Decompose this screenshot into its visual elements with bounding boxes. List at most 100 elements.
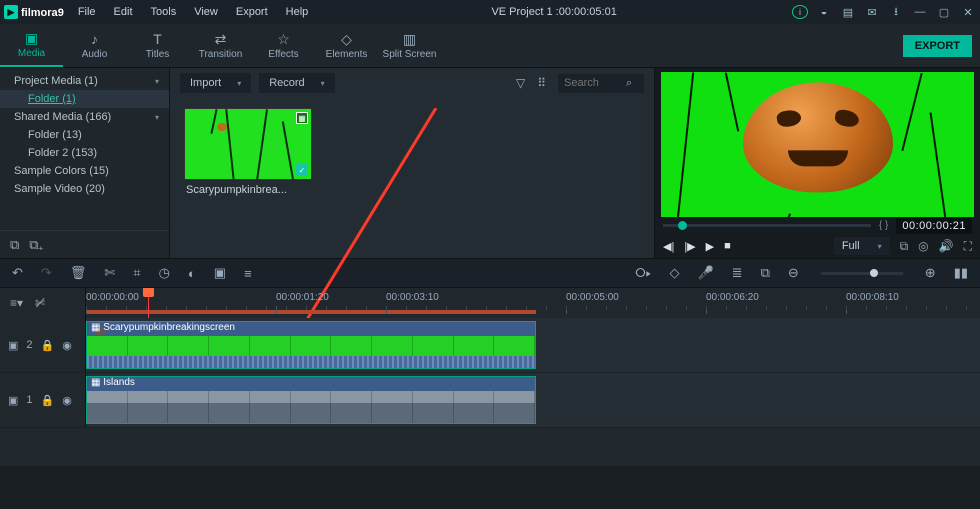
track-number: 2 [26, 339, 32, 351]
speed-icon[interactable]: ◷ [159, 265, 170, 281]
menu-file[interactable]: File [70, 3, 104, 21]
tree-item[interactable]: Sample Colors (15) [0, 162, 169, 180]
ruler-tick: 00:00:03:10 [386, 292, 439, 303]
zoom-in-icon[interactable]: ⊕ [925, 265, 936, 281]
tab-media[interactable]: ▣Media [0, 24, 63, 67]
search-field[interactable] [564, 77, 620, 89]
menu-view[interactable]: View [186, 3, 226, 21]
time-ruler[interactable]: ✄ 00:00:00:0000:00:01:2000:00:03:1000:00… [86, 288, 980, 318]
track-type-icon: ▣ [8, 339, 18, 352]
track-type-icon: ▣ [8, 394, 18, 407]
close-icon[interactable]: ✕ [960, 6, 976, 19]
media-tree: Project Media (1)▾Folder (1)Shared Media… [0, 68, 169, 230]
camera-icon[interactable]: ◎ [918, 239, 928, 253]
tab-audio[interactable]: ♪Audio [63, 24, 126, 67]
adjust-icon[interactable]: ≡ [244, 266, 252, 281]
menu-help[interactable]: Help [278, 3, 317, 21]
crop-icon[interactable]: ⌗ [133, 265, 140, 281]
cut-icon[interactable]: ✄ [104, 265, 115, 281]
folder-add-icon[interactable]: ⧉₊ [29, 237, 43, 253]
quality-select[interactable]: Full▾ [834, 237, 890, 255]
preview-scrub-row: { } 00:00:00:21 [655, 217, 980, 235]
in-out-braces[interactable]: { } [879, 220, 888, 231]
timeline-clip[interactable]: ▦ Islands [86, 376, 536, 424]
record-dropdown[interactable]: Record▾ [259, 73, 334, 93]
play-icon[interactable]: ▶ [706, 240, 714, 253]
render-icon[interactable]: ⭘▸ [635, 265, 651, 281]
tree-item[interactable]: Project Media (1)▾ [0, 72, 169, 90]
grid-view-icon[interactable]: ⠿ [537, 76, 546, 90]
selected-check-icon: ✓ [296, 164, 308, 176]
snapshot-monitor-icon[interactable]: ⧉ [900, 239, 909, 254]
tree-item[interactable]: Folder 2 (153) [0, 144, 169, 162]
download-icon[interactable]: ⭳ [888, 3, 904, 22]
track-body[interactable]: ▦ Scarypumpkinbreakingscreen [86, 318, 980, 372]
undo-icon[interactable]: ↶ [12, 265, 23, 281]
tab-transition[interactable]: ⇄Transition [189, 24, 252, 67]
playhead[interactable]: ✄ [148, 288, 149, 318]
menu-edit[interactable]: Edit [106, 3, 141, 21]
marker-icon[interactable]: ◇ [669, 265, 679, 281]
voiceover-icon[interactable]: 🎤 [697, 265, 713, 281]
user-icon[interactable]: ◒ [816, 6, 832, 18]
zoom-fit-icon[interactable]: ▮▮ [954, 265, 968, 281]
stop-icon[interactable]: ■ [724, 240, 731, 252]
preview-timecode: 00:00:00:21 [896, 218, 972, 234]
preview-controls: ◀| |▶ ▶ ■ Full▾ ⧉ ◎ 🔊 ⛶ [655, 235, 980, 258]
media-toolbar: Import▾ Record▾ ▽ ⠿ ⌕ [170, 68, 654, 98]
zoom-slider[interactable] [821, 272, 903, 275]
tab-titles[interactable]: TTitles [126, 24, 189, 67]
fullscreen-icon[interactable]: ⛶ [964, 239, 972, 254]
preview-viewport[interactable] [661, 72, 974, 217]
tracks: ▣ 2 🔒 ◉ ▦ Scarypumpkinbreakingscreen ▣ 1 🔒 ◉ ▦ Is… [0, 318, 980, 466]
pumpkin-graphic [743, 83, 893, 193]
tree-item[interactable]: Folder (1) [0, 90, 169, 108]
link-icon[interactable]: ⧉ [761, 265, 770, 281]
track-number: 1 [26, 394, 32, 406]
lock-icon[interactable]: 🔒 [41, 339, 55, 352]
tab-effects[interactable]: ☆Effects [252, 24, 315, 67]
visibility-icon[interactable]: ◉ [62, 394, 72, 407]
mixer-icon[interactable]: ≣ [732, 265, 743, 281]
timeline: ≡▾ ✄̸ ✄ 00:00:00:0000:00:01:2000:00:03:1… [0, 288, 980, 466]
tree-item[interactable]: Folder (13) [0, 126, 169, 144]
track-menu-icon[interactable]: ≡▾ [10, 296, 23, 310]
notes-icon[interactable]: ▤ [840, 6, 856, 19]
ruler-tick: 00:00:01:20 [276, 292, 329, 303]
search-input[interactable]: ⌕ [558, 74, 644, 93]
greenscreen-icon[interactable]: ▣ [214, 265, 226, 281]
import-dropdown[interactable]: Import▾ [180, 73, 251, 93]
track-body[interactable]: ▦ Islands [86, 373, 980, 427]
color-icon[interactable]: ◐ [188, 266, 196, 281]
menu-tools[interactable]: Tools [143, 3, 185, 21]
edit-toolbar: ↶ ↷ 🗑 ✄ ⌗ ◷ ◐ ▣ ≡ ⭘▸ ◇ 🎤 ≣ ⧉ ⊖ ⊕ ▮▮ [0, 258, 980, 288]
media-thumbnail[interactable]: ▦ ✓ Scarypumpkinbrea... [184, 108, 312, 200]
mail-icon[interactable]: ✉ [864, 6, 880, 19]
next-frame-icon[interactable]: |▶ [684, 240, 695, 253]
info-icon[interactable]: i [792, 5, 808, 19]
minimize-icon[interactable]: — [912, 6, 928, 18]
scrub-bar[interactable] [663, 224, 871, 227]
tree-item[interactable]: Sample Video (20) [0, 180, 169, 198]
search-icon[interactable]: ⌕ [626, 77, 632, 90]
prev-frame-icon[interactable]: ◀| [663, 240, 674, 253]
magnet-icon[interactable]: ✄̸ [35, 296, 45, 310]
timeline-clip[interactable]: ▦ Scarypumpkinbreakingscreen [86, 321, 536, 369]
tree-item[interactable]: Shared Media (166)▾ [0, 108, 169, 126]
delete-icon[interactable]: 🗑 [70, 265, 87, 281]
visibility-icon[interactable]: ◉ [62, 339, 72, 352]
menu-export[interactable]: Export [228, 3, 276, 21]
tab-elements[interactable]: ◇Elements [315, 24, 378, 67]
media-tree-panel: Project Media (1)▾Folder (1)Shared Media… [0, 68, 170, 258]
zoom-out-icon[interactable]: ⊖ [788, 265, 799, 281]
new-folder-icon[interactable]: ⧉ [10, 237, 19, 253]
lock-icon[interactable]: 🔒 [41, 394, 55, 407]
filter-icon[interactable]: ▽ [516, 76, 525, 90]
export-button[interactable]: EXPORT [903, 35, 972, 57]
ruler-tick: 00:00:08:10 [846, 292, 899, 303]
tab-split-screen[interactable]: ▥Split Screen [378, 24, 441, 67]
menubar: FileEditToolsViewExportHelp [70, 3, 316, 21]
redo-icon[interactable]: ↷ [41, 265, 52, 281]
volume-icon[interactable]: 🔊 [939, 239, 954, 253]
maximize-icon[interactable]: ▢ [936, 6, 952, 19]
